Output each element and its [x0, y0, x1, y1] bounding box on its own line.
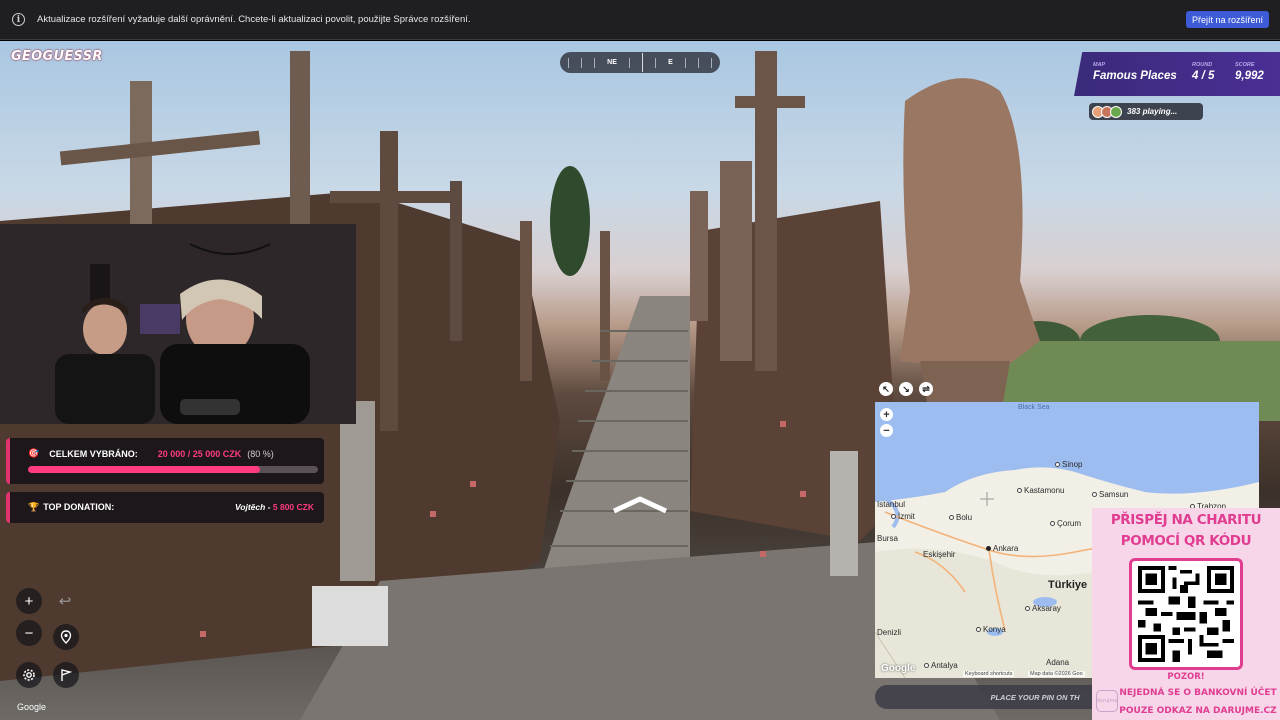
top-donor-name: Vojtěch -: [234, 502, 271, 512]
charity-subtitle: POMOCÍ QR KÓDU: [1120, 533, 1252, 549]
compass-tick: [684, 57, 686, 68]
top-donation-label: TOP DONATION:: [43, 502, 115, 512]
location-pin-icon: [60, 630, 72, 644]
google-map-logo: Google: [881, 663, 916, 674]
map-label-adana: Adana: [1046, 658, 1070, 667]
map-value: Famous Places: [1093, 70, 1177, 82]
top-donation-label-row: 🏆 TOP DONATION:: [28, 502, 114, 513]
round-label: ROUND: [1192, 62, 1213, 68]
geoguessr-logo[interactable]: GEOGUESSR: [11, 49, 103, 64]
top-donation-amount: 5 800 CZK: [272, 502, 314, 512]
screen: i Aktualizace rozšíření vyžaduje další o…: [0, 0, 1280, 720]
keyboard-shortcuts-link[interactable]: Keyboard shortcuts: [963, 671, 1015, 677]
map-label-kastamonu: Kastamonu: [1017, 486, 1064, 495]
pin-map-icon[interactable]: ⇌: [919, 382, 933, 396]
map-label-antalya: Antalya: [924, 661, 958, 670]
darujme-logo-text: darujme: [1096, 698, 1118, 704]
compass-tick: [710, 57, 712, 68]
zoom-in-button[interactable]: +: [16, 588, 42, 614]
qr-code-image: [1138, 566, 1234, 662]
map-zoom-in-button[interactable]: +: [880, 408, 893, 421]
zoom-out-button[interactable]: −: [16, 620, 42, 646]
donation-total-panel: 🎯 CELKEM VYBRÁNO: 20 000 / 25 000 CZK (8…: [6, 438, 324, 484]
map-label-sinop: Sinop: [1055, 460, 1082, 469]
players-online-badge[interactable]: 383 playing...: [1089, 103, 1203, 120]
charity-qr-panel: PŘISPĚJ NA CHARITU POMOCÍ QR KÓDU POZOR!…: [1092, 508, 1280, 720]
map-label-eskisehir: Eskişehir: [923, 550, 956, 559]
compass-label-e: E: [668, 59, 673, 66]
top-donation-value: Vojtěch - 5 800 CZK: [235, 502, 314, 512]
compass-tick: [655, 57, 657, 68]
checkpoint-flag-button[interactable]: [53, 662, 79, 688]
map-info: MAP Famous Places: [1093, 62, 1177, 82]
donation-total-row: 🎯 CELKEM VYBRÁNO: 20 000 / 25 000 CZK (8…: [28, 448, 274, 459]
round-info: ROUND 4 / 5: [1192, 62, 1214, 82]
info-icon: i: [12, 13, 25, 26]
map-label-aksaray: Aksaray: [1025, 604, 1061, 613]
charity-qr-code: [1129, 558, 1243, 670]
map-attribution: Map data ©2026 Goo: [1028, 671, 1085, 677]
players-count: 383 playing...: [1127, 107, 1178, 116]
map-label-samsun: Samsun: [1092, 490, 1128, 499]
map-label-bursa: Bursa: [877, 534, 898, 543]
round-value: 4 / 5: [1192, 70, 1215, 82]
map-resize-tools: ↖ ↘ ⇌: [879, 382, 933, 396]
compass-label-ne: NE: [607, 59, 617, 66]
score-value: 9,992: [1235, 70, 1264, 82]
compass-tick: [697, 57, 699, 68]
map-label-denizli: Denizli: [877, 628, 902, 637]
flag-icon: [61, 669, 73, 681]
charity-title: PŘISPĚJ NA CHARITU: [1110, 512, 1262, 528]
top-donation-panel: 🏆 TOP DONATION: Vojtěch - 5 800 CZK: [6, 492, 324, 523]
trophy-icon: 🏆: [28, 502, 40, 512]
compass-tick: [594, 57, 596, 68]
undo-move-icon[interactable]: ↩: [52, 588, 78, 614]
streamer-webcam: [0, 224, 356, 424]
extension-notification-bar: i Aktualizace rozšíření vyžaduje další o…: [0, 0, 1280, 40]
donation-total-label: CELKEM VYBRÁNO:: [49, 448, 138, 459]
map-label-bolu: Bolu: [949, 513, 972, 522]
compass-tick: [628, 57, 630, 68]
charity-note: NEJEDNÁ SE O BANKOVNÍ ÚČET: [1119, 688, 1277, 698]
compass-tick: [581, 57, 583, 68]
return-to-start-button[interactable]: [53, 624, 79, 650]
map-label-corum: Çorum: [1050, 519, 1081, 528]
expand-map-icon[interactable]: ↖: [879, 382, 893, 396]
map-label-ankara: Ankara: [986, 544, 1018, 553]
game-status-panel: MAP Famous Places ROUND 4 / 5 SCORE 9,99…: [1074, 52, 1280, 96]
map-label-konya: Konya: [976, 625, 1006, 634]
map-label-turkiye: Türkiye: [1048, 579, 1088, 591]
score-info: SCORE 9,992: [1235, 62, 1264, 82]
go-to-extensions-button[interactable]: Přejít na rozšíření: [1185, 11, 1269, 28]
score-label: SCORE: [1235, 62, 1255, 68]
map-label-black-sea: Black Sea: [1018, 404, 1050, 411]
map-label: MAP: [1093, 62, 1106, 68]
donation-total-percent: (80 %): [247, 448, 274, 459]
map-label-izmit: İzmit: [891, 512, 915, 521]
charity-warning: POZOR!: [1167, 672, 1205, 682]
donation-total-amount: 20 000 / 25 000 CZK: [157, 448, 242, 459]
webcam-image: [0, 224, 356, 424]
donation-progress-bar: [28, 466, 318, 473]
target-icon: 🎯: [28, 448, 40, 458]
shrink-map-icon[interactable]: ↘: [899, 382, 913, 396]
avatar: [1110, 105, 1122, 118]
charity-link-note: POUZE ODKAZ NA DARUJME.CZ: [1119, 706, 1277, 716]
map-zoom-out-button[interactable]: −: [880, 424, 893, 437]
donation-progress-fill: [28, 466, 260, 473]
settings-button[interactable]: [16, 662, 42, 688]
extension-message: Aktualizace rozšíření vyžaduje další opr…: [37, 14, 471, 25]
google-attribution: Google: [17, 702, 47, 712]
map-label-istanbul: Istanbul: [877, 500, 906, 509]
gear-icon: [23, 669, 35, 681]
compass-center-line: [641, 53, 643, 72]
compass: NE E: [560, 52, 720, 73]
compass-tick: [568, 57, 569, 68]
